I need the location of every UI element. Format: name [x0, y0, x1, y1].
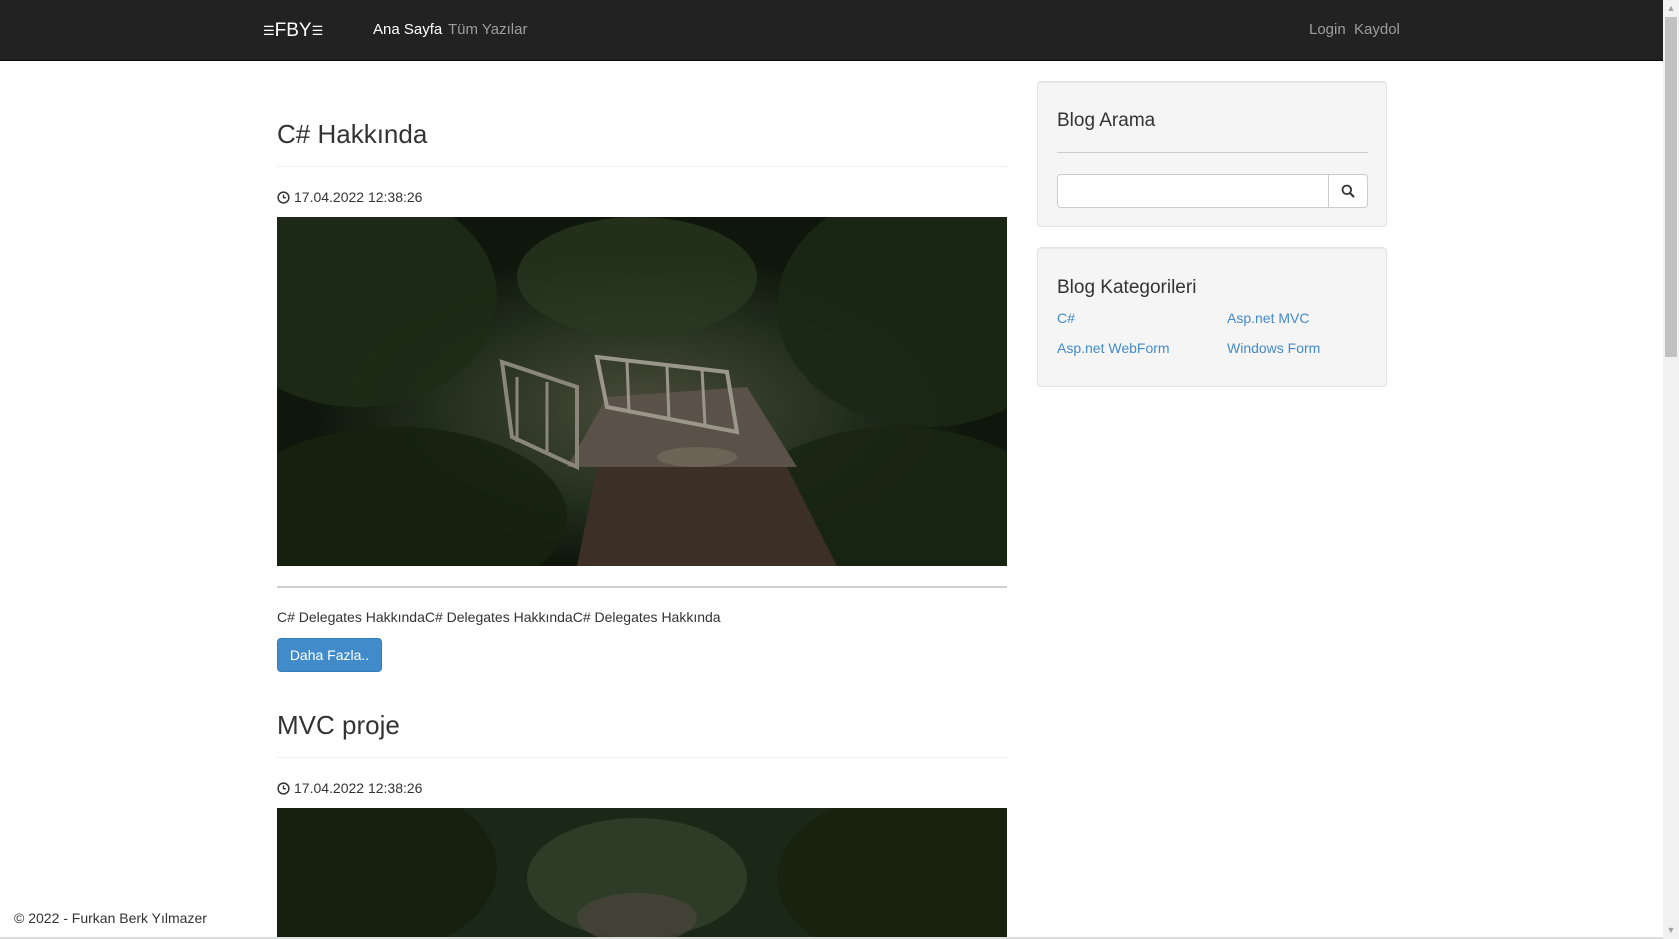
nav-link-home[interactable]: Ana Sayfa	[373, 21, 442, 38]
search-icon	[1341, 184, 1355, 198]
scroll-down-arrow-icon[interactable]: ▼	[1663, 922, 1679, 939]
category-link[interactable]: Asp.net MVC	[1227, 310, 1309, 326]
search-button[interactable]	[1328, 174, 1368, 208]
footer-copyright: © 2022 - Furkan Berk Yılmazer	[14, 910, 207, 926]
forest-bridge-image	[277, 808, 1007, 939]
post-excerpt: C# Delegates HakkındaC# Delegates Hakkın…	[277, 609, 721, 625]
category-link[interactable]: Windows Form	[1227, 340, 1320, 356]
read-more-button[interactable]: Daha Fazla..	[277, 638, 382, 672]
divider	[277, 757, 1007, 758]
clock-icon	[277, 781, 290, 795]
categories-panel: Blog Kategorileri C# Asp.net MVC Asp.net…	[1037, 247, 1387, 387]
divider	[1057, 152, 1368, 153]
search-input[interactable]	[1057, 174, 1329, 208]
categories-panel-title: Blog Kategorileri	[1057, 277, 1197, 298]
post-date: 17.04.2022 12:38:26	[277, 189, 422, 205]
category-link[interactable]: C#	[1057, 310, 1075, 326]
post-date: 17.04.2022 12:38:26	[277, 780, 422, 796]
post-title[interactable]: C# Hakkında	[277, 119, 427, 150]
nav-link-login[interactable]: Login	[1309, 21, 1346, 38]
top-navbar: ☰ FBY ☰ Ana Sayfa Tüm Yazılar Login Kayd…	[0, 0, 1663, 61]
search-panel-title: Blog Arama	[1057, 110, 1156, 131]
search-panel: Blog Arama	[1037, 81, 1387, 227]
browser-viewport: ☰ FBY ☰ Ana Sayfa Tüm Yazılar Login Kayd…	[0, 0, 1679, 939]
post-title[interactable]: MVC proje	[277, 710, 400, 741]
category-link[interactable]: Asp.net WebForm	[1057, 340, 1170, 356]
scroll-up-arrow-icon[interactable]: ▲	[1663, 0, 1679, 17]
nav-link-register[interactable]: Kaydol	[1354, 21, 1400, 38]
post-date-text: 17.04.2022 12:38:26	[294, 189, 423, 205]
nav-link-all-posts[interactable]: Tüm Yazılar	[448, 21, 527, 38]
divider	[277, 166, 1007, 167]
divider	[277, 586, 1007, 588]
menu-lines-icon: ☰	[263, 23, 275, 38]
menu-lines-icon: ☰	[311, 23, 324, 38]
brand-label: FBY	[274, 20, 312, 41]
brand-link[interactable]: ☰ FBY ☰	[263, 19, 323, 43]
forest-bridge-image	[277, 217, 1007, 566]
scrollbar-thumb[interactable]	[1665, 17, 1677, 357]
vertical-scrollbar[interactable]: ▲ ▼	[1663, 0, 1679, 939]
post-date-text: 17.04.2022 12:38:26	[294, 780, 423, 796]
clock-icon	[277, 190, 290, 204]
